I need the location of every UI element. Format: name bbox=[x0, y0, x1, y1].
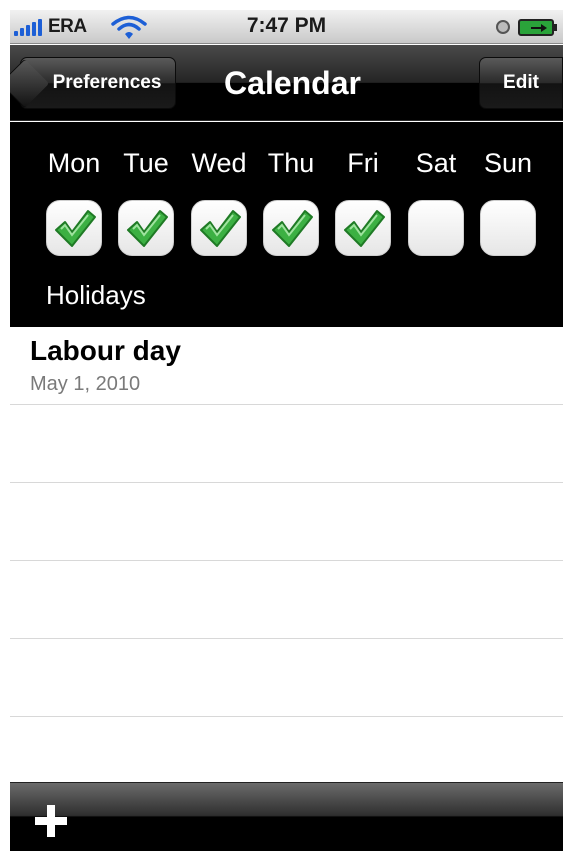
day-label-fri: Fri bbox=[347, 148, 379, 178]
day-label-tue: Tue bbox=[123, 148, 169, 178]
checkmark-icon bbox=[272, 210, 313, 247]
checkmark-icon bbox=[200, 210, 241, 247]
list-item[interactable]: Labour day May 1, 2010 bbox=[10, 327, 563, 405]
day-checkbox-fri[interactable] bbox=[335, 200, 391, 256]
edit-button-label: Edit bbox=[503, 72, 539, 93]
day-label-sun: Sun bbox=[483, 148, 533, 178]
checkmark-icon bbox=[344, 210, 385, 247]
status-time: 7:47 PM bbox=[246, 14, 327, 37]
bottom-toolbar bbox=[10, 782, 563, 851]
page-title: Calendar bbox=[224, 65, 361, 101]
holiday-date: May 1, 2010 bbox=[30, 373, 141, 395]
back-button-label: Preferences bbox=[52, 72, 162, 93]
day-label-mon: Mon bbox=[47, 148, 101, 178]
holidays-list: Labour day May 1, 2010 bbox=[10, 327, 563, 717]
day-label-thu: Thu bbox=[267, 148, 315, 178]
empty-row bbox=[10, 639, 563, 717]
day-checkbox-wed[interactable] bbox=[191, 200, 247, 256]
holidays-section-header: Holidays bbox=[46, 280, 146, 310]
checkmark-icon bbox=[55, 210, 96, 247]
back-button-preferences[interactable]: Preferences bbox=[20, 57, 176, 109]
edit-button[interactable]: Edit bbox=[479, 57, 563, 109]
day-checkbox-sun[interactable] bbox=[480, 200, 536, 256]
screen: ERA 7:47 PM Preferences Calendar Edit Mo… bbox=[10, 10, 563, 851]
alarm-clock-icon bbox=[496, 20, 510, 34]
day-label-wed: Wed bbox=[191, 148, 247, 178]
day-label-sat: Sat bbox=[415, 148, 457, 178]
plus-icon[interactable] bbox=[32, 801, 72, 841]
day-checkbox-tue[interactable] bbox=[118, 200, 174, 256]
battery-charging-icon bbox=[518, 19, 557, 36]
day-checkbox-thu[interactable] bbox=[263, 200, 319, 256]
navigation-bar: Preferences Calendar Edit bbox=[10, 45, 563, 121]
empty-row bbox=[10, 483, 563, 561]
holiday-name: Labour day bbox=[30, 335, 181, 366]
workdays-panel: Mon Tue Wed Thu Fri Sat Sun Holidays bbox=[10, 122, 563, 327]
day-checkbox-mon[interactable] bbox=[46, 200, 102, 256]
status-bar: ERA 7:47 PM bbox=[10, 10, 563, 44]
day-checkbox-sat[interactable] bbox=[408, 200, 464, 256]
checkmark-icon bbox=[127, 210, 168, 247]
empty-row bbox=[10, 561, 563, 639]
empty-row bbox=[10, 405, 563, 483]
